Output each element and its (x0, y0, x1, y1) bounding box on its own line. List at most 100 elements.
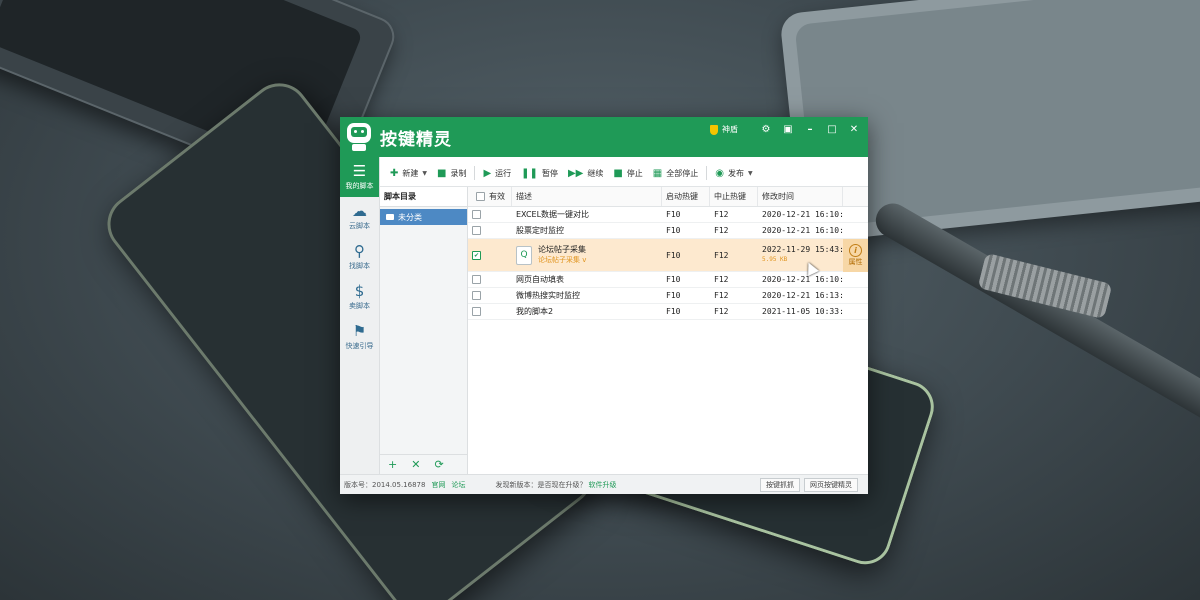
row-modified: 2020-12-21 16:13:45 (762, 291, 843, 300)
dollar-icon: $ (354, 282, 365, 300)
close-icon[interactable]: ✕ (848, 123, 860, 135)
row-modified: 2020-12-21 16:10:39 (762, 226, 843, 235)
record-button[interactable]: ■ 录制 (433, 163, 470, 183)
row-modified: 2022-11-29 15:43:08 (762, 245, 843, 254)
add-folder-icon[interactable]: + (388, 458, 397, 471)
table-row[interactable]: 微博热搜实时监控 F10 F12 2020-12-21 16:13:45 (468, 288, 868, 304)
app-title: 按键精灵 (380, 130, 452, 150)
header-enabled[interactable]: 有效 (468, 187, 512, 206)
stop-all-icon: ▦ (652, 167, 663, 179)
properties-label: 属性 (848, 257, 863, 266)
run-button[interactable]: ▶ 运行 (479, 163, 515, 183)
row-description: 网页自动填表 (516, 275, 564, 284)
select-all-checkbox[interactable] (476, 192, 485, 201)
left-nav: ☰ 我的脚本 ☁ 云脚本 ⚲ 找脚本 $ 卖脚本 ⚑ 快速引导 (340, 157, 380, 476)
nav-find-scripts[interactable]: ⚲ 找脚本 (340, 237, 379, 277)
table-header: 有效 描述 启动热键 中止热键 修改时间 (468, 187, 868, 207)
list-icon: ☰ (352, 162, 367, 180)
row-subtitle: 论坛帖子采集 v (538, 256, 587, 264)
minimize-icon[interactable]: – (804, 123, 816, 135)
nav-my-scripts[interactable]: ☰ 我的脚本 (340, 157, 379, 197)
capture-tool-button[interactable]: 按键抓抓 (760, 477, 800, 492)
row-start-hotkey: F10 (666, 307, 681, 316)
forum-link[interactable]: 论坛 (451, 480, 465, 490)
official-site-link[interactable]: 官网 (431, 480, 445, 490)
shield-icon (710, 124, 718, 135)
header-description[interactable]: 描述 (512, 187, 662, 206)
row-checkbox[interactable] (472, 291, 481, 300)
row-modified: 2021-11-05 10:33:28 (762, 307, 843, 316)
play-icon: ▶ (483, 167, 492, 179)
row-description: 微博热搜实时监控 (516, 291, 580, 300)
row-start-hotkey: F10 (666, 275, 681, 284)
search-icon: ⚲ (354, 242, 365, 260)
signpost-icon: ⚑ (352, 322, 367, 340)
directory-header: 脚本目录 (380, 187, 467, 207)
row-description: 论坛帖子采集 (538, 245, 586, 254)
row-start-hotkey: F10 (666, 226, 681, 235)
header-start-hotkey[interactable]: 启动热键 (662, 187, 710, 206)
row-modified: 2020-12-21 16:10:39 (762, 210, 843, 219)
software-update-link[interactable]: 软件升级 (588, 480, 616, 490)
publish-icon: ◉ (715, 167, 724, 179)
row-start-hotkey: F10 (666, 250, 681, 260)
row-stop-hotkey: F12 (714, 250, 729, 260)
row-checkbox-checked[interactable]: ✔ (472, 250, 481, 260)
nav-label: 快速引导 (345, 342, 374, 350)
row-checkbox[interactable] (472, 226, 481, 235)
version-label: 版本号：2014.05.16878 (344, 480, 426, 489)
header-stop-hotkey[interactable]: 中止热键 (710, 187, 758, 206)
row-stop-hotkey: F12 (714, 210, 729, 219)
camera-icon: ■ (437, 167, 447, 179)
shield-button[interactable]: 神盾 (710, 124, 738, 135)
nav-cloud-scripts[interactable]: ☁ 云脚本 (340, 197, 379, 237)
delete-folder-icon[interactable]: ✕ (411, 458, 420, 471)
fast-forward-icon: ▶▶ (567, 167, 584, 179)
row-checkbox[interactable] (472, 275, 481, 284)
row-description: EXCEL数据一键对比 (516, 210, 590, 219)
caret-down-icon: ▼ (747, 169, 753, 177)
row-stop-hotkey: F12 (714, 307, 729, 316)
stop-button[interactable]: ■ 停止 (609, 163, 646, 183)
pause-icon: ❚❚ (521, 167, 538, 179)
nav-quick-guide[interactable]: ⚑ 快速引导 (340, 317, 379, 357)
script-directory: 脚本目录 未分类 + ✕ ⟳ (380, 187, 468, 474)
table-row[interactable]: 股票定时监控 F10 F12 2020-12-21 16:10:39 (468, 223, 868, 239)
title-bar[interactable]: 按键精灵 神盾 ⚙ ▣ – □ ✕ (340, 117, 868, 157)
table-row[interactable]: EXCEL数据一键对比 F10 F12 2020-12-21 16:10:39 (468, 207, 868, 223)
settings-gear-icon[interactable]: ⚙ (760, 123, 772, 135)
stop-all-button[interactable]: ▦ 全部停止 (649, 163, 702, 183)
new-button[interactable]: ✚ 新建 ▼ (386, 163, 431, 183)
app-window: 按键精灵 神盾 ⚙ ▣ – □ ✕ ☰ 我的脚本 ☁ 云脚本 ⚲ 找脚本 $ 卖… (340, 117, 868, 494)
directory-item-uncategorized[interactable]: 未分类 (380, 209, 467, 225)
table-row[interactable]: 我的脚本2 F10 F12 2021-11-05 10:33:28 (468, 304, 868, 320)
row-checkbox[interactable] (472, 307, 481, 316)
row-description: 股票定时监控 (516, 226, 564, 235)
row-start-hotkey: F10 (666, 291, 681, 300)
row-file-size: 5.95 KB (762, 256, 788, 263)
skin-icon[interactable]: ▣ (782, 123, 794, 135)
properties-button[interactable]: i 属性 (843, 238, 868, 272)
row-stop-hotkey: F12 (714, 226, 729, 235)
cloud-icon: ☁ (352, 202, 367, 220)
plus-icon: ✚ (390, 167, 399, 179)
script-table: 有效 描述 启动热键 中止热键 修改时间 EXCEL数据一键对比 F10 F12… (468, 187, 868, 474)
info-icon: i (849, 243, 862, 257)
maximize-icon[interactable]: □ (826, 123, 838, 135)
refresh-icon[interactable]: ⟳ (434, 458, 443, 471)
nav-sell-scripts[interactable]: $ 卖脚本 (340, 277, 379, 317)
nav-label: 找脚本 (349, 262, 370, 270)
row-description: 我的脚本2 (516, 307, 554, 316)
stop-icon: ■ (613, 167, 623, 179)
toolbar-divider (706, 166, 708, 180)
row-stop-hotkey: F12 (714, 291, 729, 300)
update-message: 发现新版本：是否现在升级？ (495, 480, 587, 489)
publish-button[interactable]: ◉ 发布 ▼ (711, 163, 756, 183)
web-version-button[interactable]: 网页按键精灵 (804, 477, 858, 492)
row-checkbox[interactable] (472, 210, 481, 219)
resume-button[interactable]: ▶▶ 继续 (564, 163, 607, 183)
pause-button[interactable]: ❚❚ 暂停 (517, 163, 562, 183)
header-modified[interactable]: 修改时间 (758, 187, 843, 206)
nav-label: 卖脚本 (349, 302, 370, 310)
status-bar: 版本号：2014.05.16878 官网 论坛 发现新版本：是否现在升级？ 软件… (340, 474, 868, 494)
